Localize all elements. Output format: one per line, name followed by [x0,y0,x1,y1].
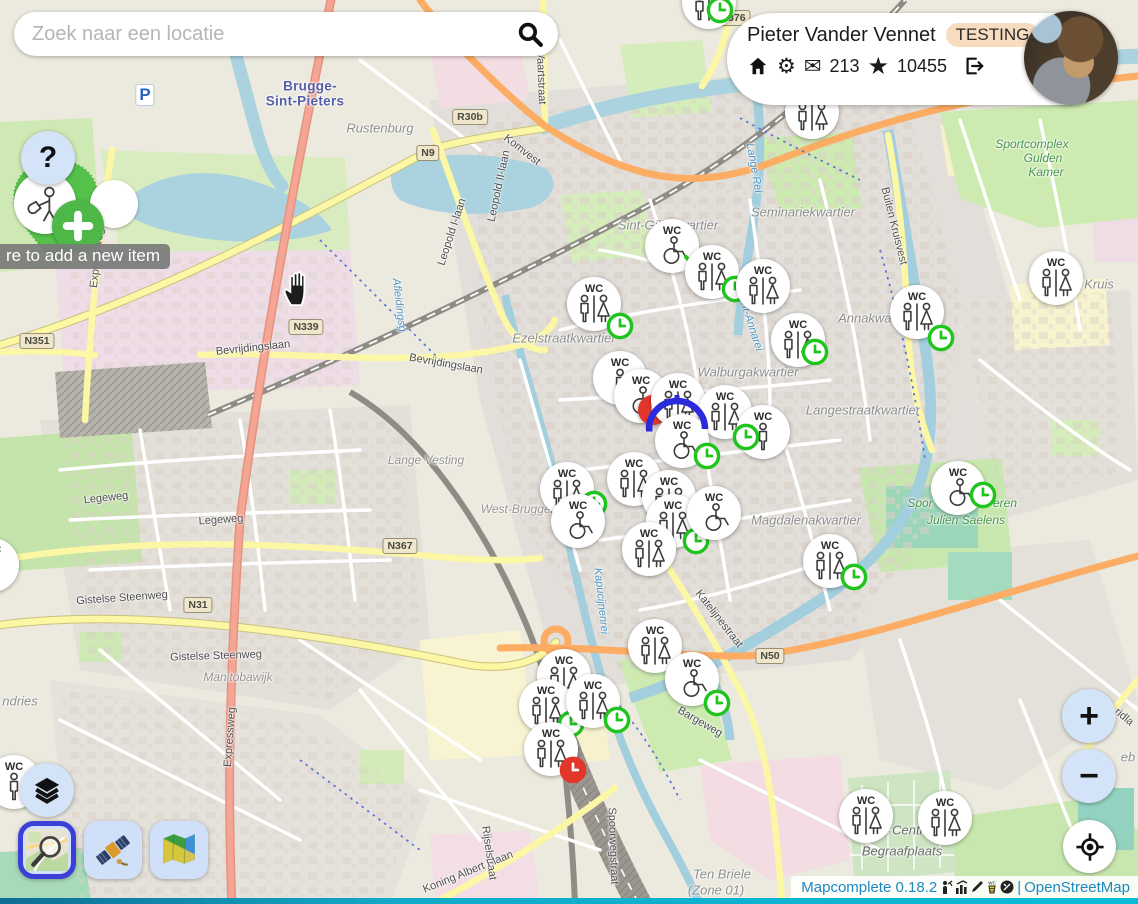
svg-text:WC: WC [646,625,664,637]
svg-text:WC: WC [663,225,681,237]
contributor-icon [940,880,954,894]
attribution-divider: | [1017,879,1021,896]
opening-hours-badge [703,689,732,718]
zoom-in-button[interactable]: + [1062,689,1116,743]
settings-gear-icon[interactable]: ⚙ [777,56,796,77]
map-markers-layer: WC WC WC WC WC WC WC WC WC WC WC WC WC WC WC WC WC WC WC WC… [0,0,1138,904]
svg-text:WC: WC [558,468,576,480]
svg-text:WC: WC [754,411,772,423]
add-item-tooltip: re to add a new item [0,244,170,269]
opening-hours-badge [693,442,722,471]
messages-envelope-icon[interactable]: ✉ [804,56,822,77]
opening-hours-badge [603,706,632,735]
svg-text:WC: WC [789,319,807,331]
opening-hours-badge [840,563,869,592]
user-name[interactable]: Pieter Vander Vennet [747,24,936,47]
svg-text:WC: WC [660,476,678,488]
changeset-count: 10455 [897,56,947,77]
zoom-out-button[interactable]: − [1062,749,1116,803]
help-button[interactable]: ? [21,131,75,185]
svg-text:WC: WC [857,795,875,807]
wc-map-marker[interactable]: WC [686,485,742,541]
svg-text:WC: WC [664,500,682,512]
wc-map-marker[interactable]: WC [621,521,677,577]
svg-text:WC: WC [569,500,587,512]
wc-map-marker[interactable]: WC [735,258,791,314]
wc-map-marker[interactable]: WC [0,537,20,593]
svg-text:WC: WC [669,379,687,391]
svg-text:WC: WC [988,881,996,886]
svg-text:WC: WC [632,375,650,387]
svg-text:WC: WC [585,283,603,295]
svg-text:WC: WC [555,655,573,667]
layers-button[interactable] [20,763,74,817]
opening-hours-badge [559,756,588,785]
style-osm-carto-button[interactable] [18,821,76,879]
attribution-bar: Mapcomplete 0.18.2 WC | OpenStreetMap [791,876,1138,898]
svg-text:WC: WC [936,797,954,809]
license-icon [1000,880,1014,894]
messages-count: 213 [829,56,859,77]
theme-wc-icon: WC [985,880,999,894]
svg-text:WC: WC [584,680,602,692]
search-icon[interactable] [517,21,544,48]
svg-text:WC: WC [683,658,701,670]
svg-text:WC: WC [5,761,23,773]
mapcomplete-app: Brugge-Sint-PietersRustenburgPVaartstraa… [0,0,1138,904]
user-avatar[interactable] [1024,11,1118,105]
wc-map-marker[interactable]: WC [838,788,894,844]
svg-text:WC: WC [821,540,839,552]
theme-color-bar [0,898,1138,904]
wc-map-marker[interactable]: WC [1028,250,1084,306]
svg-text:WC: WC [542,728,560,740]
svg-text:WC: WC [908,291,926,303]
search-input[interactable] [30,22,517,47]
opening-hours-badge [606,312,635,341]
svg-text:WC: WC [716,391,734,403]
opening-hours-badge [969,481,998,510]
svg-text:WC: WC [1047,257,1065,269]
home-icon[interactable] [747,55,769,77]
svg-text:WC: WC [949,467,967,479]
wc-map-marker[interactable]: WC [550,493,606,549]
statistics-icon [955,880,969,894]
star-icon: ★ [867,56,889,77]
svg-text:WC: WC [537,685,555,697]
opening-hours-badge[interactable] [732,423,761,452]
opening-hours-badge [927,324,956,353]
logout-icon[interactable] [963,55,985,77]
attribution-icons: WC [940,880,1014,894]
selection-arc [645,393,709,435]
opening-hours-badge [706,0,735,25]
search-bar [14,12,558,56]
wc-map-marker[interactable]: WC [917,790,973,846]
attribution-version[interactable]: Mapcomplete 0.18.2 [801,879,937,896]
svg-text:WC: WC [640,528,658,540]
svg-text:WC: WC [754,265,772,277]
svg-text:WC: WC [0,544,1,556]
geolocate-button[interactable] [1063,820,1116,873]
style-satellite-button[interactable] [84,821,142,879]
svg-text:WC: WC [703,251,721,263]
opening-hours-badge [801,338,830,367]
hand-cursor-icon [281,270,315,308]
style-map-button[interactable] [150,821,208,879]
basemap-style-switcher [18,821,208,879]
edit-pen-icon [970,880,984,894]
svg-text:WC: WC [705,492,723,504]
openstreetmap-link[interactable]: OpenStreetMap [1024,879,1130,896]
